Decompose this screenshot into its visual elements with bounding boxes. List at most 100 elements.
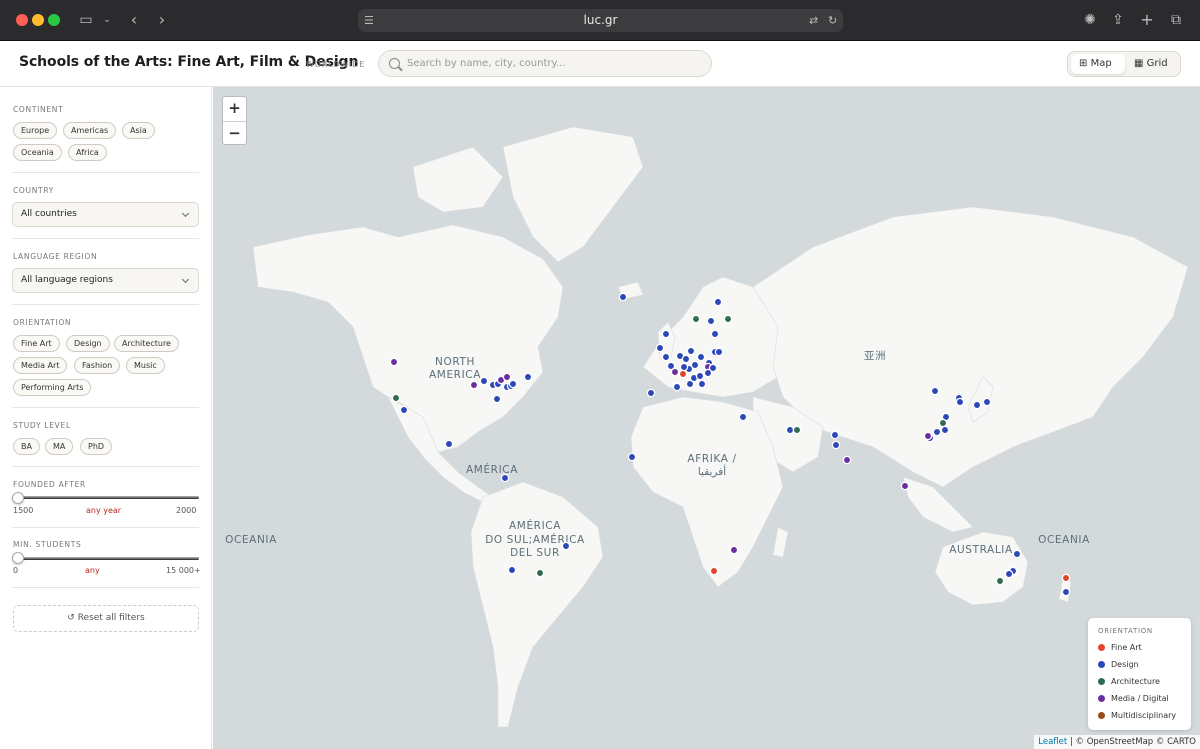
founded-max: 2000 <box>176 506 197 515</box>
chip-design[interactable]: Design <box>66 335 110 352</box>
legend-item: Design <box>1098 660 1139 670</box>
chip-phd[interactable]: PhD <box>80 438 113 455</box>
language-region-label: LANGUAGE REGION <box>13 252 98 261</box>
founded-slider-thumb[interactable] <box>12 492 24 504</box>
founded-min: 1500 <box>13 506 34 515</box>
legend-dot <box>1098 678 1105 685</box>
chip-performing-arts[interactable]: Performing Arts <box>13 379 92 396</box>
madagascar-land <box>772 526 789 558</box>
chevron-down-icon <box>181 209 190 218</box>
divider <box>12 172 199 173</box>
search-input[interactable] <box>407 51 707 76</box>
founded-current: any year <box>86 506 122 515</box>
tab-overview-icon[interactable]: ⧉ <box>1166 10 1186 30</box>
min-students-label: MIN. STUDENTS <box>13 540 82 549</box>
legend-dot <box>1098 695 1105 702</box>
divider <box>12 238 199 239</box>
translate-icon[interactable]: ⇄ <box>809 13 818 28</box>
chip-asia[interactable]: Asia <box>122 122 155 139</box>
continent-label: CONTINENT <box>13 105 64 114</box>
grid-icon: ▦ <box>1134 58 1144 69</box>
chip-music[interactable]: Music <box>126 357 165 374</box>
chip-ba[interactable]: BA <box>13 438 40 455</box>
legend-title: ORIENTATION <box>1098 627 1153 635</box>
divider <box>12 527 199 528</box>
maximize-window-button[interactable] <box>48 14 60 26</box>
founded-after-label: FOUNDED AFTER <box>13 480 86 489</box>
map-attribution: Leaflet | © OpenStreetMap © CARTO <box>1034 735 1200 749</box>
filter-sidebar: CONTINENT Europe Americas Asia Oceania A… <box>0 87 212 749</box>
chip-media-art[interactable]: Media Art <box>13 357 68 374</box>
reload-icon[interactable]: ↻ <box>828 13 837 28</box>
southeast-asia-land <box>902 476 974 533</box>
language-region-select[interactable]: All language regions <box>12 268 199 293</box>
app-header: Schools of the Arts: Fine Art, Film & De… <box>0 41 1200 87</box>
url-text: luc.gr <box>583 13 618 27</box>
country-label: COUNTRY <box>13 186 55 195</box>
iceland-land <box>617 281 644 300</box>
legend-item: Multidisciplinary <box>1098 711 1176 721</box>
divider <box>12 587 199 588</box>
orientation-legend: ORIENTATION Fine Art Design Architecture… <box>1088 618 1191 730</box>
forward-icon[interactable]: › <box>152 10 172 30</box>
map-canvas <box>252 126 1189 728</box>
legend-item: Fine Art <box>1098 643 1142 653</box>
legend-dot <box>1098 661 1105 668</box>
chevron-down-icon <box>181 275 190 284</box>
map-view-button[interactable]: ⊞ Map <box>1071 54 1125 74</box>
legend-dot <box>1098 644 1105 651</box>
minimize-window-button[interactable] <box>32 14 44 26</box>
view-toggle: ⊞ Map ▦ Grid <box>1067 51 1181 77</box>
legend-dot <box>1098 712 1105 719</box>
legend-item: Architecture <box>1098 677 1160 687</box>
extensions-icon[interactable]: ✺ <box>1080 10 1100 30</box>
grid-view-button[interactable]: ▦ Grid <box>1126 54 1178 74</box>
legend-item: Media / Digital <box>1098 694 1169 704</box>
study-level-label: STUDY LEVEL <box>13 421 71 430</box>
south-america-land <box>470 481 604 728</box>
reset-filters-button[interactable]: ↺ Reset all filters <box>13 605 199 632</box>
students-slider-track[interactable] <box>13 557 199 560</box>
chevron-down-icon[interactable]: ⌄ <box>100 10 114 30</box>
divider <box>12 407 199 408</box>
divider <box>12 466 199 467</box>
page-subtitle: WORLDWIDE <box>306 60 366 69</box>
chip-americas[interactable]: Americas <box>63 122 117 139</box>
students-current: any <box>85 566 100 575</box>
chip-fashion[interactable]: Fashion <box>74 357 121 374</box>
africa-land <box>630 396 784 588</box>
chip-architecture[interactable]: Architecture <box>114 335 179 352</box>
students-min: 0 <box>13 566 19 575</box>
chip-oceania[interactable]: Oceania <box>13 144 62 161</box>
zoom-out-button[interactable]: − <box>223 121 246 145</box>
founded-slider-track[interactable] <box>13 496 199 499</box>
country-select[interactable]: All countries <box>12 202 199 227</box>
zoom-control: + − <box>222 96 247 145</box>
address-bar[interactable]: ☰ luc.gr ⇄ ↻ <box>358 9 843 32</box>
arctic-islands-land <box>412 146 504 213</box>
map-icon: ⊞ <box>1079 58 1088 69</box>
greenland-land <box>502 126 644 263</box>
share-icon[interactable]: ⇪ <box>1108 10 1128 30</box>
land-layer <box>252 126 1189 728</box>
search-box <box>378 50 712 77</box>
world-map[interactable]: NORTH AMERICA AMÉRICA AMÉRICA DO SUL;AMÉ… <box>213 87 1200 749</box>
leaflet-link[interactable]: Leaflet <box>1038 737 1067 747</box>
students-slider-thumb[interactable] <box>12 552 24 564</box>
back-icon[interactable]: ‹ <box>124 10 144 30</box>
australia-land <box>934 531 1029 606</box>
close-window-button[interactable] <box>16 14 28 26</box>
browser-toolbar: ▭ ⌄ ‹ › ☰ luc.gr ⇄ ↻ ✺ ⇪ + ⧉ <box>0 0 1200 41</box>
new-zealand-land <box>1058 576 1072 603</box>
chip-fine-art[interactable]: Fine Art <box>13 335 60 352</box>
orientation-label: ORIENTATION <box>13 318 72 327</box>
chip-europe[interactable]: Europe <box>13 122 58 139</box>
sidebar-toggle-icon[interactable]: ▭ <box>76 10 96 30</box>
chip-ma[interactable]: MA <box>45 438 74 455</box>
zoom-in-button[interactable]: + <box>223 97 246 121</box>
students-max: 15 000+ <box>166 566 201 575</box>
divider <box>12 304 199 305</box>
chip-africa[interactable]: Africa <box>68 144 107 161</box>
new-tab-icon[interactable]: + <box>1137 10 1157 30</box>
search-icon <box>389 58 400 69</box>
